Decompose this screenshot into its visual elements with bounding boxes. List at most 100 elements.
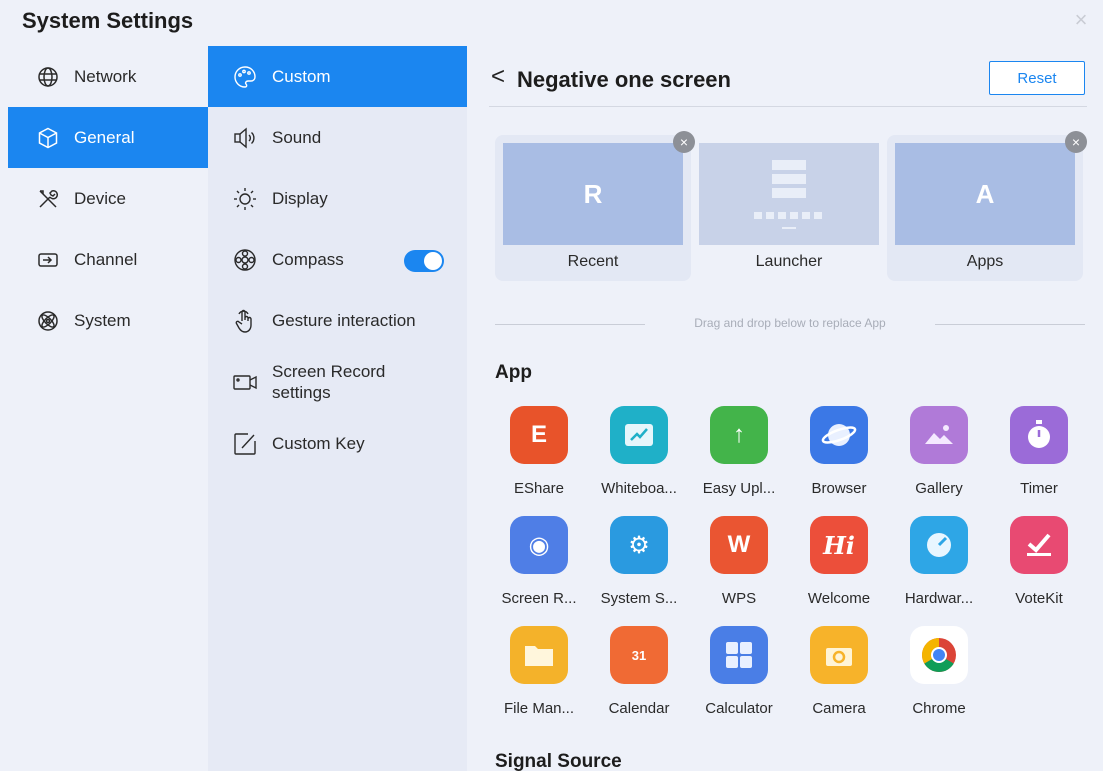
drag-divider: Drag and drop below to replace App (495, 316, 1085, 330)
picture-icon (910, 406, 968, 464)
subnav-item-gesture[interactable]: Gesture interaction (208, 290, 467, 351)
nav-label: Network (74, 66, 137, 86)
nav-item-system[interactable]: System (8, 290, 208, 351)
subnav-label: Compass (272, 249, 344, 269)
app-name: System S... (600, 590, 678, 607)
screen-label: Apps (966, 253, 1004, 270)
app-name: Easy Upl... (702, 480, 776, 497)
atom-icon (36, 309, 60, 333)
video-camera-icon (232, 369, 258, 395)
subnav-label-line2: settings (272, 383, 331, 402)
subnav-item-display[interactable]: Display (208, 168, 467, 229)
nav-label: Channel (74, 249, 138, 269)
app-tile-whiteboard[interactable]: Whiteboa... (589, 406, 689, 506)
tools-icon (36, 187, 60, 211)
app-name: Camera (812, 700, 866, 717)
app-name: Chrome (912, 700, 966, 717)
app-tile-calculator[interactable]: Calculator (689, 626, 789, 726)
app-title: System Settings (22, 8, 194, 33)
nav-item-network[interactable]: Network (8, 46, 208, 107)
app-name: Browser (811, 480, 867, 497)
app-tile-system-settings[interactable]: ⚙ System S... (589, 516, 689, 616)
subnav-label-line1: Screen Record (272, 362, 386, 381)
page-title: Negative one screen (517, 67, 731, 92)
nav-label: General (74, 127, 135, 147)
screen-slot-apps[interactable]: A Apps × (887, 131, 1087, 281)
app-tile-welcome[interactable]: Hi Welcome (789, 516, 889, 616)
content-header: < Negative one screen Reset (489, 61, 1087, 107)
app-tile-votekit[interactable]: VoteKit (989, 516, 1089, 616)
hand-pointer-icon (232, 308, 258, 334)
gear-icon: ⚙ (610, 516, 668, 574)
compass-icon (232, 247, 258, 273)
globe-icon (36, 65, 60, 89)
remove-icon[interactable]: × (1065, 131, 1087, 153)
calendar-icon: 31 (610, 626, 668, 684)
screen-label: Recent (567, 253, 619, 270)
compass-toggle[interactable] (404, 250, 444, 272)
nav-item-channel[interactable]: Channel (8, 229, 208, 290)
app-section-title: App (495, 362, 532, 383)
app-tile-chrome[interactable]: Chrome (889, 626, 989, 726)
subnav-item-screen-record[interactable]: Screen Record settings (208, 351, 467, 413)
app-tile-wps[interactable]: W WPS (689, 516, 789, 616)
app-tile-eshare[interactable]: E EShare (489, 406, 589, 506)
screen-slots: R Recent × Launcher A Apps × (495, 131, 1087, 281)
app-tile-calendar[interactable]: 31 Calendar (589, 626, 689, 726)
nav-label: System (74, 310, 131, 330)
eshare-icon: E (510, 406, 568, 464)
content-panel: < Negative one screen Reset R Recent × L… (467, 46, 1103, 771)
palette-icon (232, 64, 258, 90)
subnav-label: Display (272, 188, 328, 208)
app-name: EShare (513, 480, 565, 497)
screen-label: Launcher (755, 253, 823, 270)
app-tile-file-manager[interactable]: File Man... (489, 626, 589, 726)
app-tile-timer[interactable]: Timer (989, 406, 1089, 506)
back-chevron-icon[interactable]: < (491, 63, 505, 91)
wps-icon: W (710, 516, 768, 574)
signal-source-title: Signal Source (495, 751, 622, 771)
sun-icon (232, 186, 258, 212)
close-icon[interactable]: × (1069, 8, 1093, 32)
app-tile-browser[interactable]: Browser (789, 406, 889, 506)
chrome-icon (910, 626, 968, 684)
upload-arrow-icon: ↑ (710, 406, 768, 464)
secondary-nav: Custom Sound Display Compass Gesture int… (208, 46, 467, 771)
title-bar: System Settings × (0, 0, 1103, 46)
camera-icon (810, 626, 868, 684)
nav-item-device[interactable]: Device (8, 168, 208, 229)
app-name: Hardwar... (904, 590, 974, 607)
drag-hint: Drag and drop below to replace App (694, 316, 886, 330)
screen-thumbnail: A (895, 143, 1075, 245)
folder-icon (510, 626, 568, 684)
cube-icon (36, 126, 60, 150)
reset-button[interactable]: Reset (989, 61, 1085, 95)
subnav-item-compass[interactable]: Compass (208, 229, 467, 290)
screen-slot-recent[interactable]: R Recent × (495, 131, 695, 281)
subnav-item-custom[interactable]: Custom (208, 46, 467, 107)
screen-slot-launcher[interactable]: Launcher (691, 135, 887, 281)
app-tile-camera[interactable]: Camera (789, 626, 889, 726)
subnav-item-sound[interactable]: Sound (208, 107, 467, 168)
record-icon: ◉ (510, 516, 568, 574)
launcher-layout-icon (754, 160, 822, 229)
app-name: Timer (1020, 480, 1058, 497)
input-icon (36, 248, 60, 272)
app-tile-hardware[interactable]: Hardwar... (889, 516, 989, 616)
screen-thumbnail: R (503, 143, 683, 245)
planet-icon (810, 406, 868, 464)
nav-label: Device (74, 188, 126, 208)
nav-item-general[interactable]: General (8, 107, 208, 168)
app-name: Welcome (807, 590, 871, 607)
subnav-label: Gesture interaction (272, 310, 416, 330)
app-tile-screen-recorder[interactable]: ◉ Screen R... (489, 516, 589, 616)
launcher-thumbnail (699, 143, 879, 245)
subnav-label: Custom Key (272, 433, 365, 453)
subnav-label: Sound (272, 127, 322, 147)
subnav-label: Custom (272, 66, 331, 86)
subnav-item-custom-key[interactable]: Custom Key (208, 413, 467, 474)
app-name: Screen R... (501, 590, 577, 607)
app-tile-gallery[interactable]: Gallery (889, 406, 989, 506)
calculator-icon (710, 626, 768, 684)
app-tile-easy-upload[interactable]: ↑ Easy Upl... (689, 406, 789, 506)
